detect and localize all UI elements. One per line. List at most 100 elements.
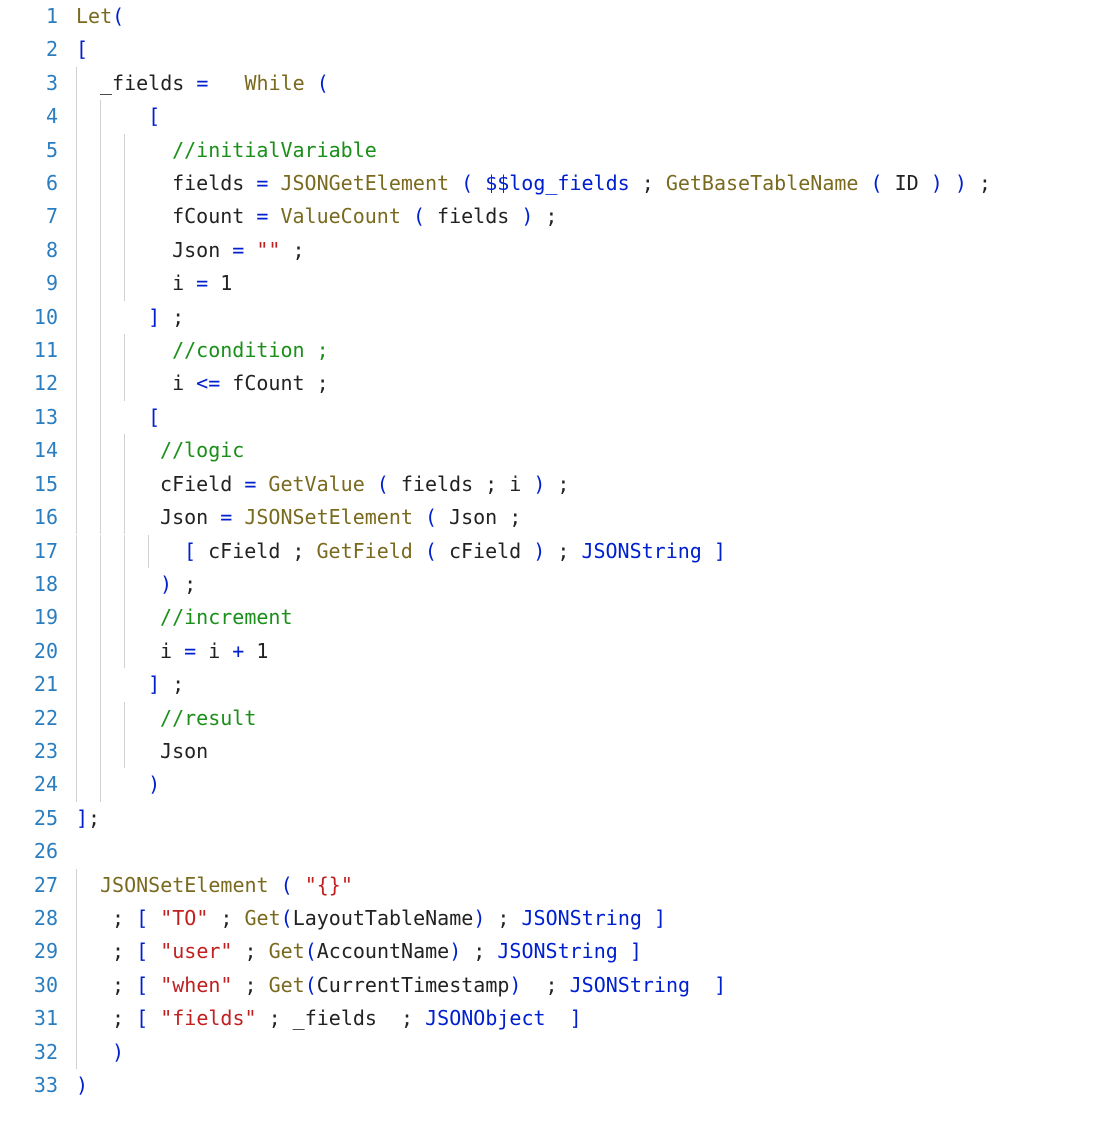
- token-kw: (: [425, 505, 437, 529]
- code-line: 15 cField = GetValue ( fields ; i ) ;: [10, 468, 1090, 501]
- line-number: 25: [10, 802, 76, 835]
- token-kw: (: [425, 539, 437, 563]
- code-line: 6 fields = JSONGetElement ( $$log_fields…: [10, 167, 1090, 200]
- line-number: 22: [10, 702, 76, 735]
- token-kw: ]: [76, 806, 88, 830]
- token-kw: (: [871, 171, 883, 195]
- code-line: 22 //result: [10, 702, 1090, 735]
- line-number: 6: [10, 167, 76, 200]
- code-line: 2[: [10, 33, 1090, 66]
- code-content: cField = GetValue ( fields ; i ) ;: [76, 468, 1090, 501]
- token-op: ;: [100, 939, 136, 963]
- code-content: ): [76, 1036, 1090, 1069]
- token-kw: ): [931, 171, 943, 195]
- line-number: 11: [10, 334, 76, 367]
- code-content: ];: [76, 802, 1090, 835]
- token-num: 1: [220, 271, 232, 295]
- token-op: [256, 472, 268, 496]
- code-content: //logic: [76, 434, 1090, 467]
- token-kw: =: [196, 71, 208, 95]
- code-content: ): [76, 768, 1090, 801]
- token-op: [208, 271, 220, 295]
- token-op: [148, 1006, 160, 1030]
- code-line: 30 ; [ "when" ; Get(CurrentTimestamp) ; …: [10, 969, 1090, 1002]
- token-op: [268, 204, 280, 228]
- token-kw: ): [521, 204, 533, 228]
- token-op: [208, 71, 244, 95]
- line-number: 20: [10, 635, 76, 668]
- code-line: 32 ): [10, 1036, 1090, 1069]
- token-kw: [: [136, 906, 148, 930]
- token-fn: ValueCount: [280, 204, 400, 228]
- line-number: 28: [10, 902, 76, 935]
- token-kw: =: [232, 238, 244, 262]
- token-op: ;: [280, 238, 304, 262]
- token-op: [269, 873, 281, 897]
- token-op: [293, 873, 305, 897]
- token-gv: JSONString: [570, 973, 690, 997]
- line-number: 1: [10, 0, 76, 33]
- code-content: //increment: [76, 601, 1090, 634]
- token-op: [413, 505, 425, 529]
- code-line: 24 ): [10, 768, 1090, 801]
- token-kw: =: [244, 472, 256, 496]
- token-op: [413, 539, 425, 563]
- line-number: 8: [10, 234, 76, 267]
- line-number: 31: [10, 1002, 76, 1035]
- token-op: ;: [232, 939, 268, 963]
- token-cm: //increment: [160, 605, 292, 629]
- code-line: 13 [: [10, 401, 1090, 434]
- token-op: ;: [100, 906, 136, 930]
- token-op: [244, 238, 256, 262]
- token-op: [124, 405, 148, 429]
- token-kw: [: [184, 539, 196, 563]
- code-line: 9 i = 1: [10, 267, 1090, 300]
- token-kw: ): [533, 472, 545, 496]
- token-op: Json: [148, 505, 220, 529]
- token-op: fCount: [148, 204, 256, 228]
- code-line: 25];: [10, 802, 1090, 835]
- token-op: CurrentTimestamp: [317, 973, 510, 997]
- token-op: [943, 171, 955, 195]
- token-kw: ): [955, 171, 967, 195]
- line-number: 7: [10, 200, 76, 233]
- token-op: [124, 305, 148, 329]
- token-op: cField ;: [196, 539, 316, 563]
- line-number: 13: [10, 401, 76, 434]
- token-op: ;: [100, 973, 136, 997]
- token-op: fields: [425, 204, 521, 228]
- code-line: 7 fCount = ValueCount ( fields ) ;: [10, 200, 1090, 233]
- token-op: [172, 539, 184, 563]
- code-content: ; [ "user" ; Get(AccountName) ; JSONStri…: [76, 935, 1090, 968]
- code-line: 5 //initialVariable: [10, 134, 1090, 167]
- token-op: ;: [630, 171, 666, 195]
- code-content: //result: [76, 702, 1090, 735]
- code-content: ; [ "TO" ; Get(LayoutTableName) ; JSONSt…: [76, 902, 1090, 935]
- code-content: [: [76, 100, 1090, 133]
- token-op: i: [148, 371, 196, 395]
- token-kw: (: [317, 71, 329, 95]
- token-op: i: [196, 639, 232, 663]
- token-kw: [: [148, 405, 160, 429]
- token-kw: =: [256, 204, 268, 228]
- token-kw: [: [136, 973, 148, 997]
- token-kw: (: [305, 973, 317, 997]
- token-kw: [: [136, 1006, 148, 1030]
- token-kw: ): [449, 939, 461, 963]
- token-op: [365, 472, 377, 496]
- code-content: _fields = While (: [76, 67, 1090, 100]
- token-cm: //result: [160, 706, 256, 730]
- code-line: 28 ; [ "TO" ; Get(LayoutTableName) ; JSO…: [10, 902, 1090, 935]
- token-str: "": [256, 238, 280, 262]
- token-op: [618, 939, 630, 963]
- code-line: 31 ; [ "fields" ; _fields ; JSONObject ]: [10, 1002, 1090, 1035]
- token-op: [148, 572, 160, 596]
- token-op: Json ;: [437, 505, 521, 529]
- token-str: "{}": [305, 873, 353, 897]
- token-str: "fields": [160, 1006, 256, 1030]
- token-op: ;: [521, 973, 569, 997]
- line-number: 32: [10, 1036, 76, 1069]
- token-kw: ]: [654, 906, 666, 930]
- code-line: 17 [ cField ; GetField ( cField ) ; JSON…: [10, 535, 1090, 568]
- token-op: cField: [437, 539, 533, 563]
